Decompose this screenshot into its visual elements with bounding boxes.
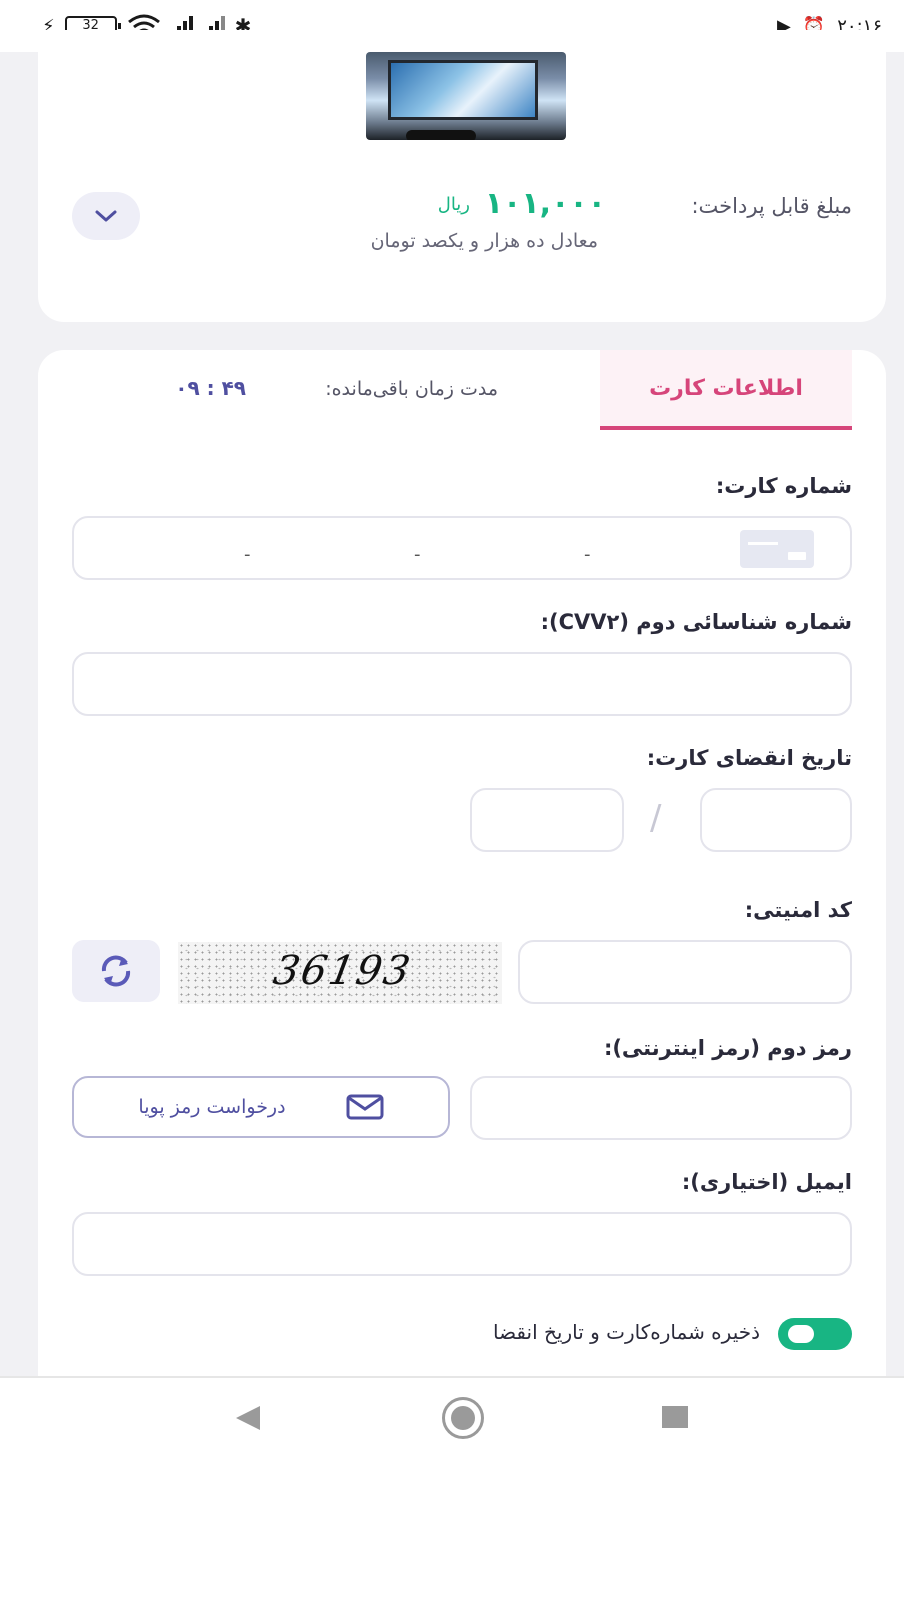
chevron-down-icon xyxy=(95,210,117,222)
home-icon[interactable] xyxy=(442,1397,484,1439)
pay-unit: ریال xyxy=(437,194,470,215)
expiry-label: تاریخ انقضای کارت: xyxy=(646,746,852,770)
captcha-image: 36193 xyxy=(178,942,502,1004)
request-otp-button[interactable]: درخواست رمز پویا xyxy=(72,1076,450,1138)
product-image xyxy=(366,52,566,140)
email-input[interactable] xyxy=(72,1212,852,1276)
card-form: اطلاعات کارت مدت زمان باقی‌مانده: ۰۹ : ۴… xyxy=(38,350,886,1380)
expand-details-button[interactable] xyxy=(72,192,140,240)
pay-amount: ۱۰۱,۰۰۰ xyxy=(484,186,606,221)
timer-label: مدت زمان باقی‌مانده: xyxy=(325,378,498,400)
phone-screen: ⚡ 32 ✱ ▶ ⏰ ۲۰:۱۶ مبلغ قابل پرداخت: ۱۰۱,۰… xyxy=(0,0,904,1600)
password-label: رمز دوم (رمز اینترنتی): xyxy=(603,1036,852,1060)
cvv2-label: شماره شناسائی دوم (CVV۲): xyxy=(540,610,852,634)
security-code-label: کد امنیتی: xyxy=(744,898,852,922)
back-icon[interactable] xyxy=(236,1406,260,1430)
navigation-bar xyxy=(0,1376,904,1466)
expiry-month-input[interactable] xyxy=(700,788,852,852)
card-number-separator-3: - xyxy=(584,544,591,565)
save-card-toggle[interactable] xyxy=(778,1318,852,1350)
refresh-icon xyxy=(101,955,131,987)
expiry-year-input[interactable] xyxy=(470,788,624,852)
expiry-separator: / xyxy=(650,798,662,838)
password-input[interactable] xyxy=(470,1076,852,1140)
envelope-icon xyxy=(346,1094,384,1120)
request-otp-label: درخواست رمز پویا xyxy=(138,1096,286,1118)
card-number-separator-1: - xyxy=(244,544,251,565)
pay-label: مبلغ قابل پرداخت: xyxy=(691,194,852,218)
save-card-label: ذخیره شماره‌کارت و تاریخ انقضا xyxy=(492,1320,760,1344)
captcha-text: 36193 xyxy=(269,948,416,994)
card-number-input[interactable]: - - - xyxy=(72,516,852,580)
security-code-input[interactable] xyxy=(518,940,852,1004)
card-number-separator-2: - xyxy=(414,544,421,565)
email-label: ایمیل (اختیاری): xyxy=(681,1170,852,1194)
tab-card-info-label: اطلاعات کارت xyxy=(649,375,803,401)
timer-value: ۰۹ : ۴۹ xyxy=(175,376,246,400)
recents-icon[interactable] xyxy=(662,1406,688,1428)
card-number-label: شماره کارت: xyxy=(715,474,852,498)
cvv2-input[interactable] xyxy=(72,652,852,716)
pay-equivalent: معادل ده هزار و یکصد تومان xyxy=(370,230,598,252)
payment-summary-card: مبلغ قابل پرداخت: ۱۰۱,۰۰۰ ریال معادل ده … xyxy=(38,30,886,322)
refresh-captcha-button[interactable] xyxy=(72,940,160,1002)
credit-card-icon xyxy=(740,530,814,568)
tab-card-info[interactable]: اطلاعات کارت xyxy=(600,350,852,430)
